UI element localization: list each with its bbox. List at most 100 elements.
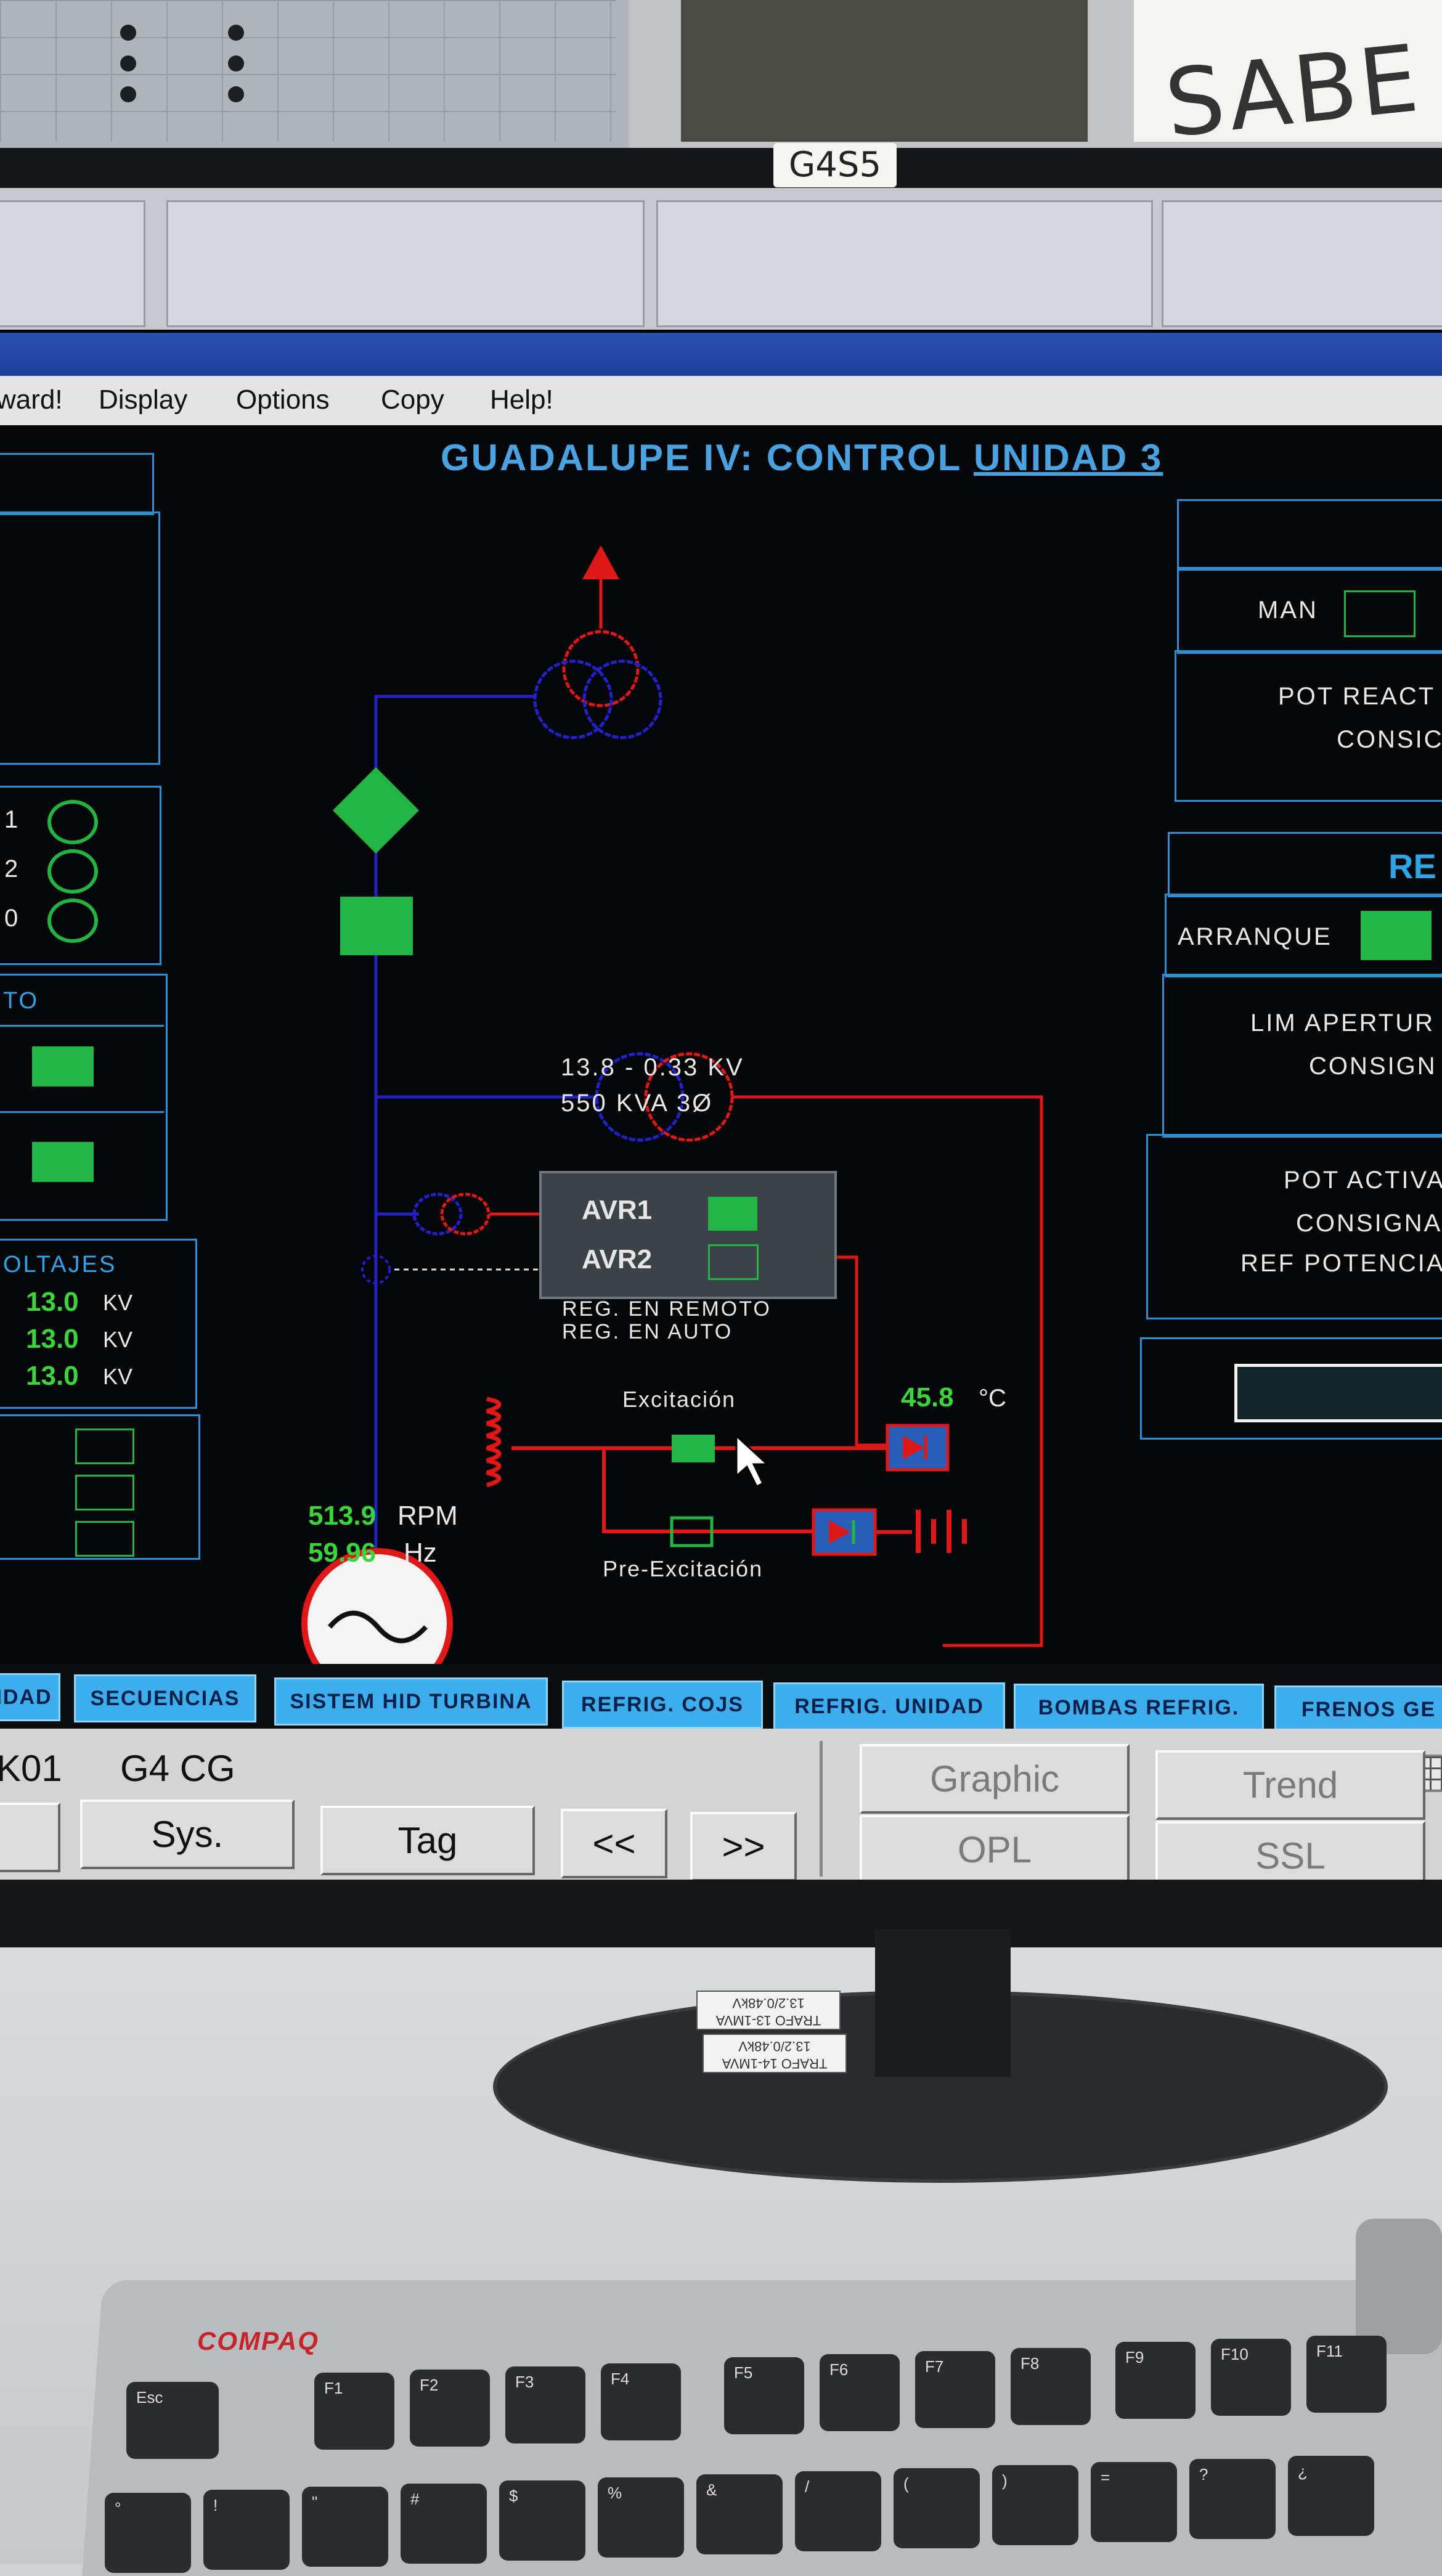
pt-secondary-icon[interactable] [440, 1192, 491, 1236]
arranque-box: ARRANQUE [1165, 894, 1442, 977]
key-esc[interactable]: Esc [126, 2382, 219, 2459]
arranque-indicator[interactable] [1361, 911, 1432, 960]
temperature-value: 45.8 [901, 1382, 954, 1412]
window-titlebar[interactable] [0, 333, 1442, 376]
background-window [681, 0, 1088, 142]
menu-bar: ward! Display Options Copy Help! [0, 376, 1442, 425]
tag-button[interactable]: Tag [320, 1806, 535, 1875]
next-button[interactable]: >> [690, 1812, 797, 1880]
mouse-cursor-icon [735, 1433, 770, 1488]
frequency-value: 59.96 [308, 1538, 377, 1568]
excitacion-label: Excitación [622, 1387, 736, 1412]
toolbar-pane [0, 200, 145, 327]
keyboard-brand: COMPAQ [197, 2326, 319, 2355]
panel-switch-icon [228, 86, 244, 102]
key-f11[interactable]: F11 [1306, 2336, 1387, 2413]
avr2-indicator[interactable] [708, 1244, 759, 1280]
right-re-header: RE [1168, 832, 1442, 897]
key-f4[interactable]: F4 [601, 2363, 681, 2440]
key-f8[interactable]: F8 [1011, 2348, 1091, 2425]
right-reactive-box: POT REACT CONSIC [1175, 650, 1442, 802]
consig-label: CONSIC [1337, 726, 1442, 753]
panel-switch-icon [228, 55, 244, 71]
right-bottom-box [1140, 1337, 1442, 1440]
key-number[interactable]: ( [894, 2468, 980, 2548]
menu-item-display[interactable]: Display [99, 385, 187, 415]
trafo-sticker: TRAFO 14-1MVA 13.2/0.48kV [703, 2034, 847, 2073]
key-number[interactable]: ) [992, 2465, 1078, 2545]
key-number[interactable]: = [1091, 2462, 1177, 2542]
avr1-indicator[interactable] [708, 1197, 757, 1231]
tab-sistem-hid-turbina[interactable]: SISTEM HID TURBINA [274, 1677, 548, 1726]
pt-primary-icon[interactable] [412, 1192, 463, 1236]
rpm-value: 513.9 [308, 1501, 377, 1531]
key-number[interactable]: & [696, 2474, 783, 2554]
panel-switch-icon [228, 25, 244, 41]
point-id: K01 [0, 1748, 62, 1789]
key-f10[interactable]: F10 [1211, 2339, 1291, 2416]
key-f6[interactable]: F6 [820, 2354, 900, 2431]
tab-frenos-ge[interactable]: FRENOS GE [1274, 1685, 1442, 1734]
lim-apertura-box: LIM APERTUR CONSIGN [1162, 974, 1442, 1138]
consigna-label: CONSIGNA [1296, 1210, 1442, 1237]
key-number[interactable]: / [795, 2471, 881, 2551]
key-f9[interactable]: F9 [1115, 2342, 1196, 2419]
tab-bombas-refrig[interactable]: BOMBAS REFRIG. [1014, 1684, 1264, 1732]
key-number[interactable]: ¿ [1288, 2456, 1374, 2536]
avr-control-line [835, 1255, 890, 1447]
menu-item-copy[interactable]: Copy [381, 385, 444, 415]
graphic-button[interactable]: Graphic [860, 1744, 1130, 1814]
monitor-screen: ward! Display Options Copy Help! GUADALU… [0, 188, 1442, 1880]
key-f7[interactable]: F7 [915, 2351, 995, 2428]
opl-button[interactable]: OPL [860, 1815, 1130, 1880]
hmi-display: GUADALUPE IV: CONTROL UNIDAD 3 1 2 0 TO … [0, 425, 1442, 1664]
tab-secuencias[interactable]: SECUENCIAS [74, 1674, 256, 1722]
man-indicator[interactable] [1344, 590, 1416, 637]
setpoint-input[interactable] [1234, 1364, 1442, 1422]
breaker-diamond[interactable] [333, 767, 419, 854]
rpm-unit: RPM [397, 1501, 458, 1531]
key-number[interactable]: $ [499, 2480, 585, 2561]
man-label: MAN [1258, 597, 1318, 624]
previous-button[interactable]: << [561, 1809, 667, 1878]
key-f2[interactable]: F2 [410, 2370, 490, 2447]
menu-item-help[interactable]: Help! [490, 385, 553, 415]
key-number[interactable]: # [401, 2484, 487, 2564]
lim-apertura-label: LIM APERTUR [1250, 1009, 1435, 1037]
avr-panel: AVR1 AVR2 [539, 1171, 837, 1299]
pot-activa-label: POT ACTIVA [1284, 1167, 1442, 1194]
toolbar-divider [820, 1741, 823, 1877]
key-number[interactable]: " [302, 2487, 388, 2567]
right-header-box [1177, 499, 1442, 571]
poster-text: SABE L [1160, 25, 1426, 142]
key-number[interactable]: % [598, 2477, 684, 2558]
tab-unidad[interactable]: IDAD [0, 1673, 60, 1721]
key-number[interactable]: ° [105, 2493, 191, 2573]
menu-item-forward[interactable]: ward! [0, 385, 63, 415]
sys-button[interactable]: Sys. [80, 1800, 295, 1869]
excitation-breaker[interactable] [672, 1435, 715, 1462]
panel-switch-icon [120, 55, 136, 71]
key-f5[interactable]: F5 [724, 2357, 804, 2434]
toolbar-pane [1162, 200, 1442, 327]
key-number[interactable]: ? [1189, 2459, 1276, 2539]
consig-label: CONSIGN [1309, 1053, 1437, 1080]
pot-react-label: POT REACT [1278, 683, 1436, 710]
transformer-ratio-label: 13.8 - 0.33 KV [561, 1054, 744, 1081]
monitor-stand-neck [875, 1929, 1011, 2077]
panel-switch-icon [120, 86, 136, 102]
ssl-button[interactable]: SSL [1155, 1821, 1425, 1880]
disconnect-switch[interactable] [340, 897, 413, 955]
menu-item-options[interactable]: Options [236, 385, 330, 415]
avr2-label: AVR2 [582, 1244, 653, 1274]
ref-potencia-label: REF POTENCIA [1240, 1250, 1442, 1277]
key-f3[interactable]: F3 [505, 2366, 585, 2444]
toolbar-button-left[interactable] [0, 1803, 60, 1872]
tab-refrig-cojs[interactable]: REFRIG. COJS [562, 1681, 763, 1729]
pre-excitacion-label: Pre-Excitación [603, 1556, 764, 1581]
tab-refrig-unidad[interactable]: REFRIG. UNIDAD [773, 1682, 1005, 1730]
key-number[interactable]: ! [203, 2490, 290, 2570]
trend-button[interactable]: Trend [1155, 1750, 1425, 1820]
key-f1[interactable]: F1 [314, 2373, 394, 2450]
main-transformer-secondary-icon[interactable] [533, 659, 613, 740]
